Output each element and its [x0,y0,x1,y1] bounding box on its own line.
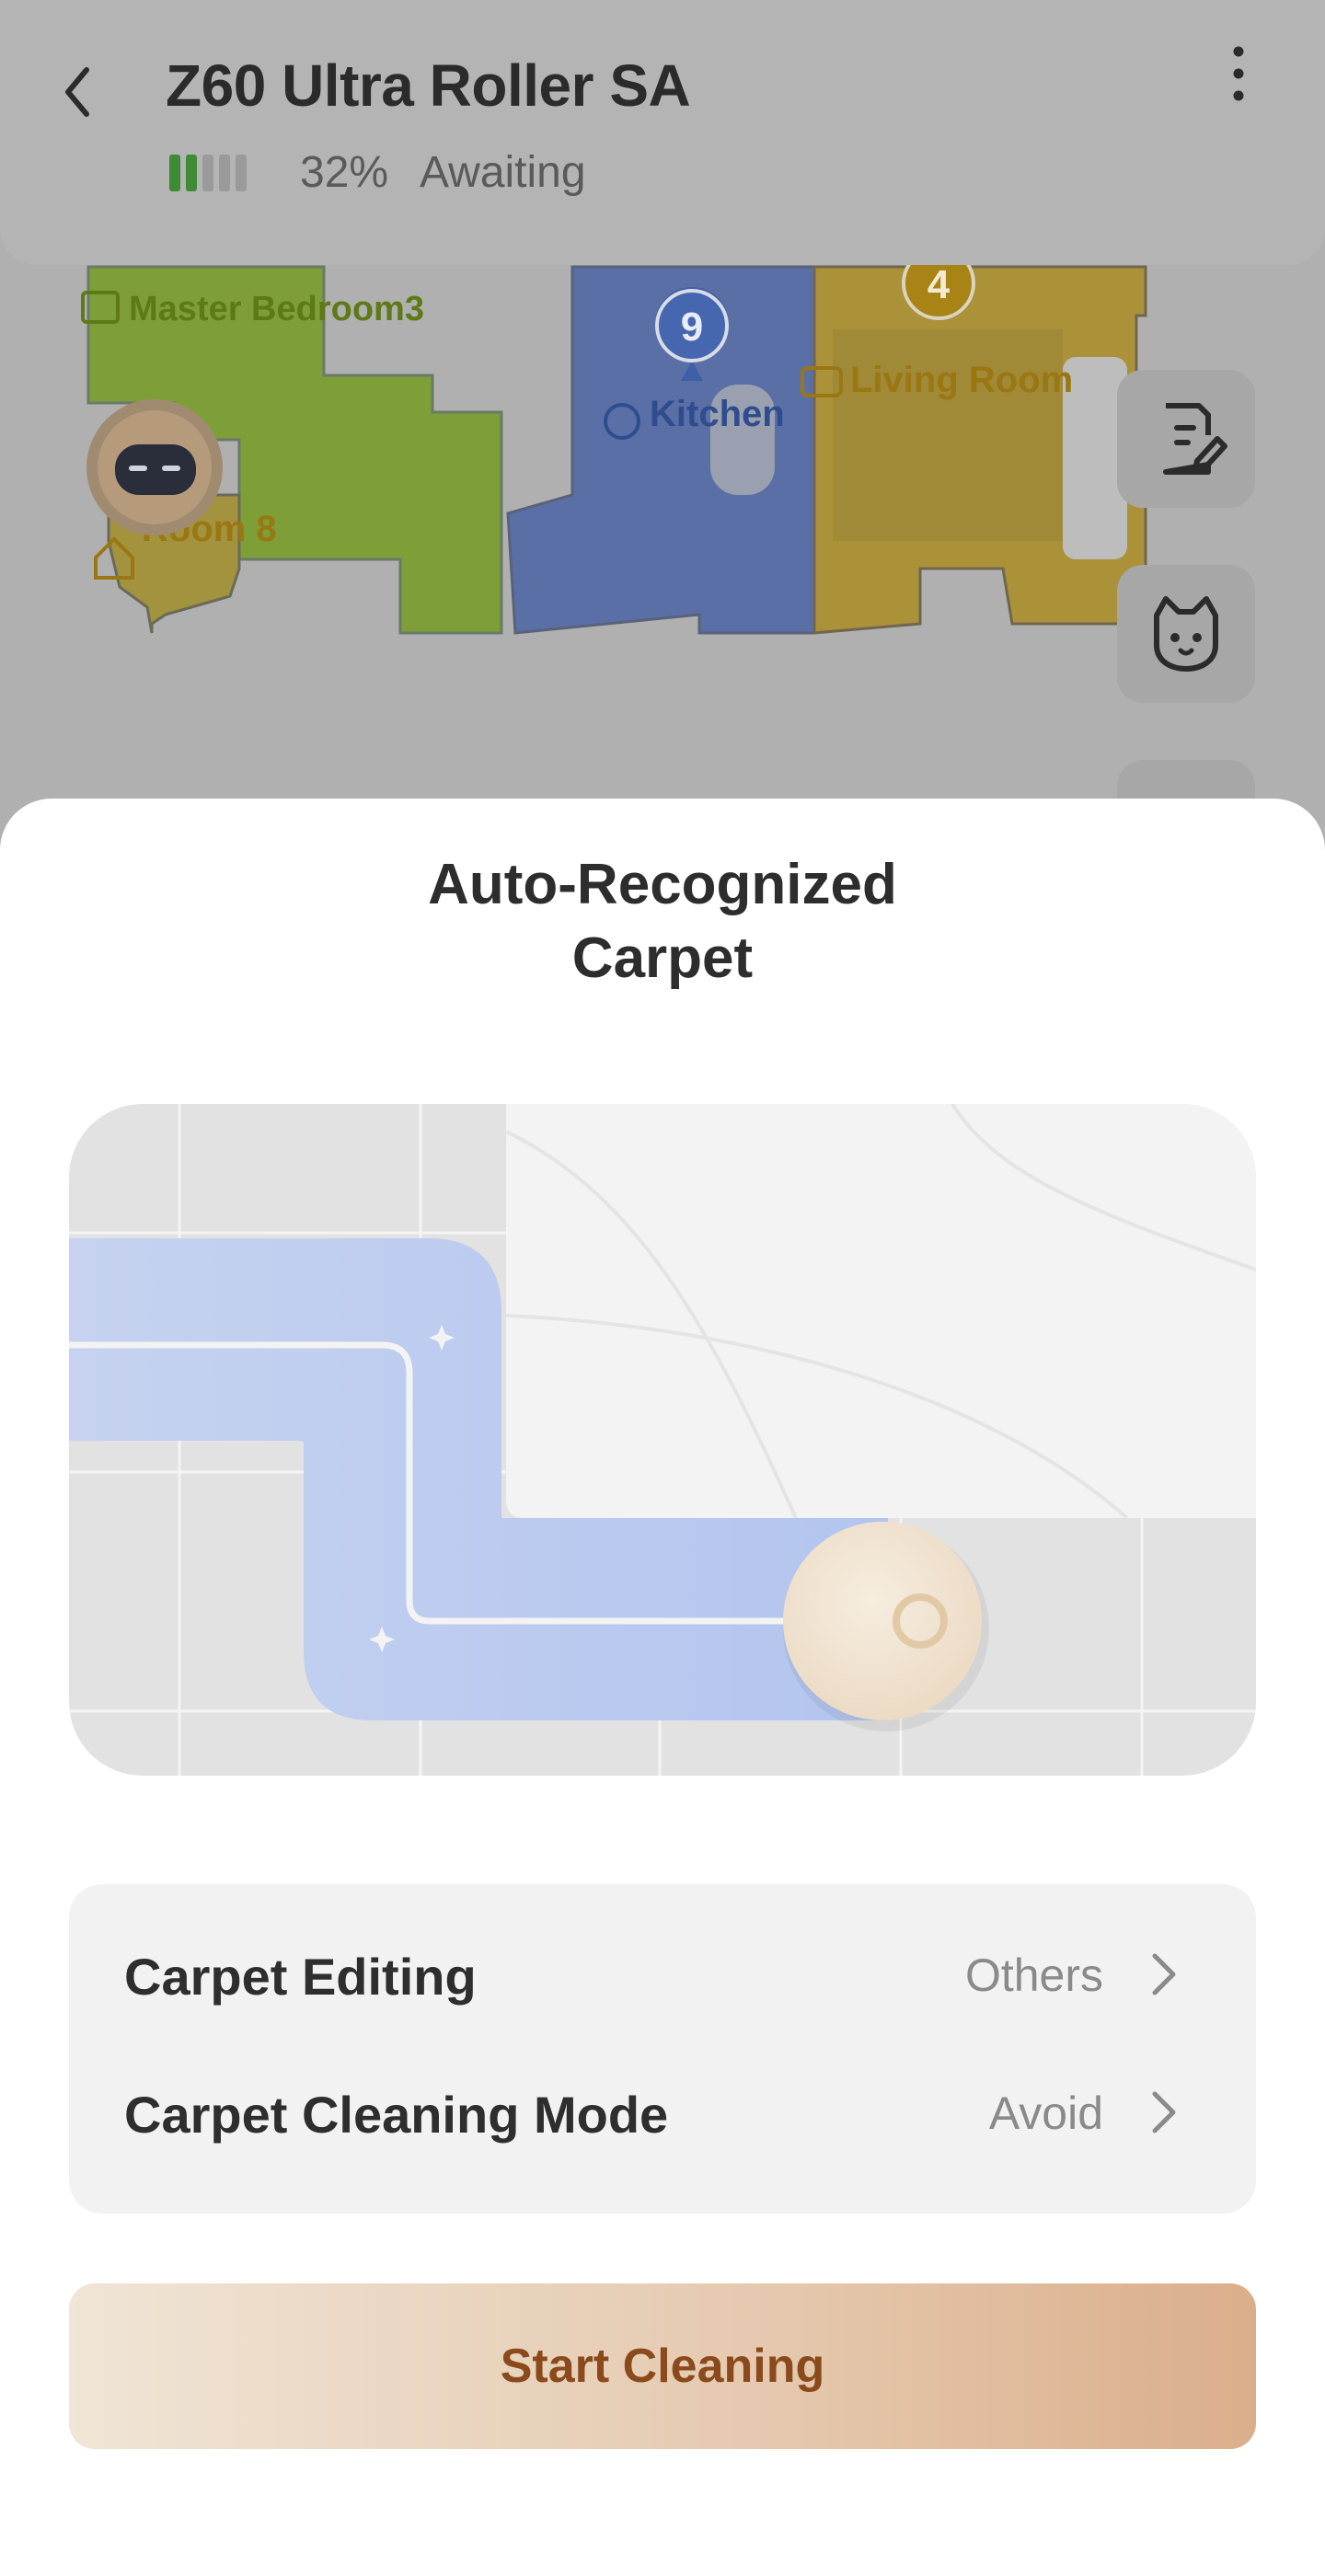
room-label-living: Living Room [850,360,1073,400]
carpet-settings-card: Carpet Editing Others Carpet Cleaning Mo… [69,1884,1256,2214]
sheet-title-line1: Auto-Recognized [428,853,897,916]
carpet-bottom-sheet: Auto-Recognized Carpet Carpet Editing Ot… [0,799,1325,2576]
robot-vacuum-icon [783,1522,982,1720]
room-label-master-bedroom: Master Bedroom3 [129,290,424,328]
more-vertical-icon [1233,46,1244,101]
edit-map-button[interactable] [1117,370,1255,508]
sheet-title-line2: Carpet [571,926,754,990]
battery-percent: 32% [300,148,389,197]
chevron-right-icon [1152,2091,1176,2133]
pet-icon [1154,596,1218,672]
chevron-right-icon [1152,1953,1176,1995]
battery-icon [169,155,247,191]
chevron-left-icon [65,67,89,117]
start-cleaning-button[interactable]: Start Cleaning [69,2283,1256,2449]
carpet-editing-label: Carpet Editing [124,1948,477,2006]
device-name: Z60 Ultra Roller SA [166,52,691,119]
carpet-cleaning-mode-row[interactable]: Carpet Cleaning Mode Avoid [69,2039,1256,2177]
more-options-button[interactable] [1211,42,1266,107]
kitchen-order-number: 9 [681,305,703,350]
carpet-editing-value: Others [964,1949,1103,2001]
carpet-cleaning-mode-value: Avoid [988,2087,1103,2139]
carpet-illustration [69,1104,1256,1776]
robot-avatar-icon [86,399,223,535]
room-label-kitchen: Kitchen [650,394,785,434]
floor-map: Master Bedroom3 Kitchen Living Room Room… [81,247,1147,635]
living-order-number: 4 [928,265,951,307]
back-button[interactable] [44,55,118,129]
carpet-path-illustration [69,1104,1256,1776]
edit-map-icon [1163,403,1227,475]
carpet-editing-row[interactable]: Carpet Editing Others [69,1901,1256,2039]
robot-status: Awaiting [420,148,586,197]
cleaning-map[interactable]: Master Bedroom3 Kitchen Living Room Room… [0,247,1325,898]
carpet-cleaning-mode-label: Carpet Cleaning Mode [124,2086,669,2144]
device-header: Z60 Ultra Roller SA 32% Awaiting [0,0,1325,265]
sheet-title: Auto-Recognized Carpet [0,848,1325,995]
pet-button[interactable] [1117,565,1255,703]
